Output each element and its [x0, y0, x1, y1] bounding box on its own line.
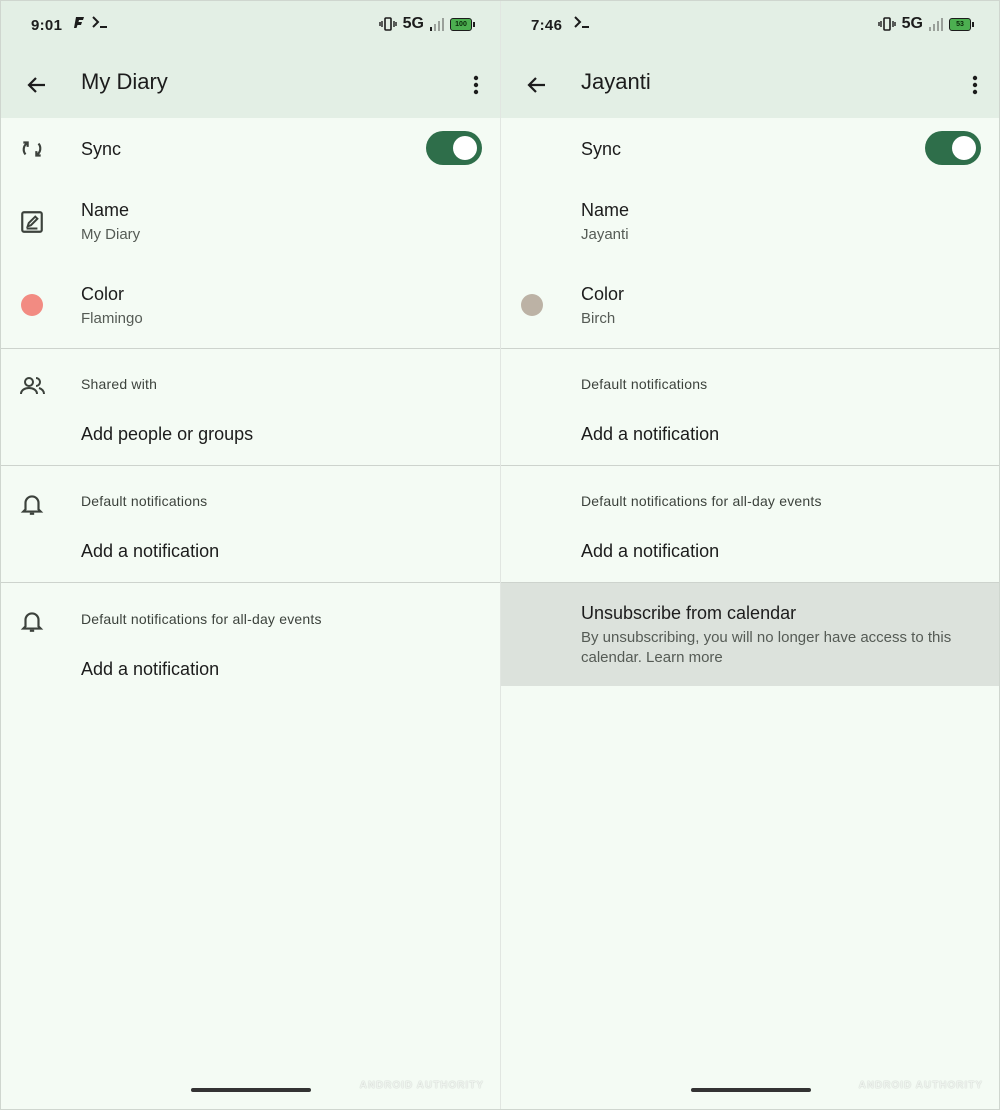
back-arrow-icon[interactable]: [525, 73, 549, 97]
color-swatch: [521, 294, 543, 316]
color-value: Flamingo: [81, 310, 143, 327]
sync-toggle[interactable]: [925, 131, 981, 165]
overflow-menu-icon[interactable]: [470, 73, 482, 97]
comparison-frame: 9:01 5G 100 My Diary Sync Name My Diary …: [0, 0, 1000, 1110]
battery-icon: 100: [450, 17, 475, 31]
vibrate-icon: [378, 17, 397, 31]
vibrate-icon: [877, 17, 896, 31]
status-right: 5G 100: [378, 15, 475, 33]
app-notification-icon: [74, 17, 84, 28]
status-bar: 7:46 5G 53: [501, 1, 999, 51]
terminal-icon: [574, 16, 589, 28]
watermark: ANDROID AUTHORITY: [858, 1080, 983, 1091]
sync-row[interactable]: Sync: [1, 118, 500, 182]
color-value: Birch: [581, 310, 616, 327]
gesture-nav-bar[interactable]: [191, 1088, 311, 1092]
divider: [1, 348, 500, 349]
page-title: My Diary: [81, 69, 168, 94]
notification-icons: [573, 15, 591, 29]
name-value: Jayanti: [581, 226, 629, 243]
battery-icon: 53: [949, 17, 974, 31]
divider: [1, 582, 500, 583]
status-right: 5G 53: [877, 15, 974, 33]
app-bar: My Diary: [1, 51, 500, 118]
back-arrow-icon[interactable]: [25, 73, 49, 97]
all-day-notifications-label: Default notifications for all-day events: [81, 611, 322, 627]
signal-icon: [430, 18, 444, 31]
status-time: 7:46: [531, 17, 563, 34]
color-row[interactable]: Color Birch: [501, 266, 999, 348]
color-label: Color: [581, 284, 625, 304]
add-notification-button[interactable]: Add a notification: [81, 541, 219, 562]
add-people-button[interactable]: Add people or groups: [81, 424, 253, 445]
notification-icons: [73, 15, 109, 29]
add-all-day-notification-button[interactable]: Add a notification: [581, 541, 719, 562]
color-row[interactable]: Color Flamingo: [1, 266, 500, 348]
divider: [501, 348, 999, 349]
left-screen: 9:01 5G 100 My Diary Sync Name My Diary …: [1, 1, 500, 1109]
shared-with-label: Shared with: [81, 376, 158, 392]
edit-icon: [21, 211, 43, 233]
bell-icon: [20, 495, 44, 515]
color-swatch: [21, 294, 43, 316]
toggle-knob: [453, 136, 477, 160]
name-label: Name: [81, 200, 130, 220]
people-icon: [20, 377, 45, 395]
all-day-notifications-label: Default notifications for all-day events: [581, 493, 822, 509]
app-bar: Jayanti: [501, 51, 999, 118]
add-notification-button[interactable]: Add a notification: [581, 424, 719, 445]
right-screen: 7:46 5G 53 Jayanti Sync Name Jayanti Col…: [500, 1, 999, 1109]
sync-row[interactable]: Sync: [501, 118, 999, 182]
page-title: Jayanti: [581, 69, 651, 94]
name-row: Name Jayanti: [501, 182, 999, 264]
toggle-knob: [952, 136, 976, 160]
name-row[interactable]: Name My Diary: [1, 182, 500, 264]
network-type: 5G: [901, 15, 923, 32]
overflow-menu-icon[interactable]: [969, 73, 981, 97]
watermark: ANDROID AUTHORITY: [359, 1080, 484, 1091]
divider: [501, 465, 999, 466]
sync-icon: [22, 141, 42, 157]
terminal-icon: [92, 16, 107, 28]
unsubscribe-row[interactable]: Unsubscribe from calendar By unsubscribi…: [501, 583, 999, 686]
name-value: My Diary: [81, 226, 141, 243]
color-label: Color: [81, 284, 125, 304]
sync-label: Sync: [581, 139, 622, 159]
default-notifications-label: Default notifications: [81, 493, 208, 509]
unsubscribe-description: By unsubscribing, you will no longer hav…: [581, 629, 952, 666]
sync-toggle[interactable]: [426, 131, 482, 165]
sync-label: Sync: [81, 139, 122, 159]
network-type: 5G: [402, 15, 424, 32]
bell-icon: [20, 612, 44, 632]
add-all-day-notification-button[interactable]: Add a notification: [81, 659, 219, 680]
divider: [1, 465, 500, 466]
gesture-nav-bar[interactable]: [691, 1088, 811, 1092]
name-label: Name: [581, 200, 630, 220]
status-time: 9:01: [31, 17, 63, 34]
signal-icon: [929, 18, 943, 31]
unsubscribe-title: Unsubscribe from calendar: [581, 603, 797, 623]
default-notifications-label: Default notifications: [581, 376, 708, 392]
status-bar: 9:01 5G 100: [1, 1, 500, 51]
